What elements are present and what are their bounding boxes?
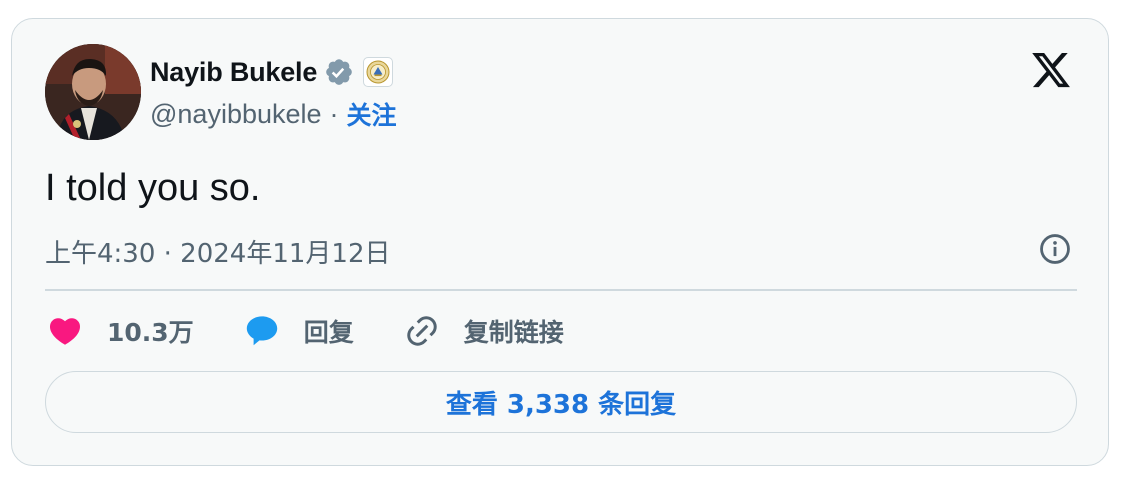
action-bar: 10.3万 回复 复制链接	[45, 309, 612, 353]
link-icon	[402, 311, 442, 351]
copy-link-label: 复制链接	[463, 318, 564, 347]
tweet-embed-card: Nayib Bukele @nayibbukele · 关注 I told yo…	[11, 18, 1109, 466]
tweet-timestamp[interactable]: 上午4:30 · 2024年11月12日	[45, 233, 391, 270]
speech-bubble-icon	[242, 311, 282, 351]
like-button[interactable]: 10.3万	[45, 311, 194, 351]
author-name-row: Nayib Bukele	[150, 55, 394, 89]
info-icon[interactable]	[1038, 232, 1072, 266]
tweet-text: I told you so.	[45, 167, 261, 209]
like-count: 10.3万	[107, 318, 194, 347]
author-handle[interactable]: @nayibbukele	[150, 99, 322, 130]
x-logo-icon[interactable]	[1030, 49, 1072, 91]
author-name[interactable]: Nayib Bukele	[150, 57, 317, 88]
government-seal-icon[interactable]	[363, 57, 394, 87]
verified-badge-icon	[324, 57, 354, 87]
heart-icon	[45, 311, 85, 351]
avatar[interactable]	[45, 44, 141, 140]
copy-link-button[interactable]: 复制链接	[402, 311, 564, 351]
reply-button[interactable]: 回复	[242, 311, 354, 351]
view-replies-button[interactable]: 查看 3,338 条回复	[45, 371, 1077, 433]
reply-label: 回复	[303, 318, 354, 347]
divider	[45, 289, 1077, 291]
follow-button[interactable]: 关注	[347, 96, 397, 132]
separator-dot: ·	[329, 98, 339, 129]
author-handle-row: @nayibbukele · 关注	[150, 97, 397, 131]
